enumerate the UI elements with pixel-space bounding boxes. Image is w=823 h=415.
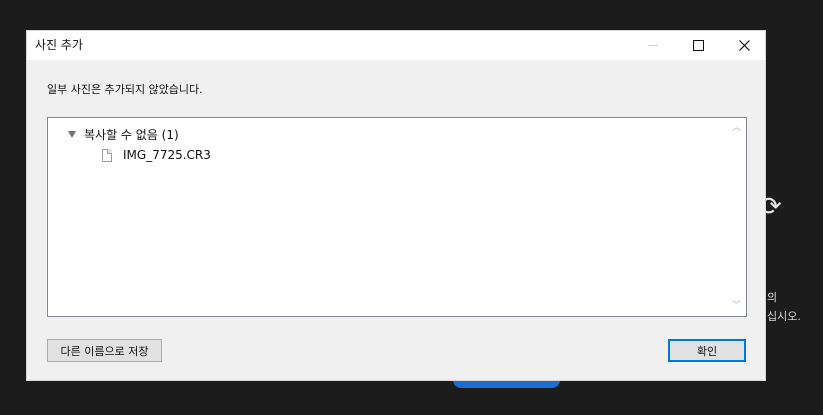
dialog-message: 일부 사진은 추가되지 않았습니다. bbox=[47, 83, 203, 96]
tree-group-label: 복사할 수 없음 (1) bbox=[84, 128, 179, 142]
file-name: IMG_7725.CR3 bbox=[123, 148, 211, 162]
save-as-button[interactable]: 다른 이름으로 저장 bbox=[47, 339, 162, 362]
minimize-icon bbox=[648, 45, 658, 46]
expand-arrow-icon[interactable] bbox=[68, 131, 76, 138]
ok-button[interactable]: 확인 bbox=[668, 339, 746, 362]
close-button[interactable] bbox=[721, 31, 767, 60]
maximize-button[interactable] bbox=[675, 31, 721, 60]
failed-files-list[interactable]: 복사할 수 없음 (1) IMG_7725.CR3 ︿ ﹀ bbox=[47, 117, 747, 317]
file-icon bbox=[102, 148, 112, 162]
tree-group[interactable]: 복사할 수 없음 (1) bbox=[68, 126, 179, 143]
dialog-title: 사진 추가 bbox=[35, 38, 83, 52]
scroll-down-icon[interactable]: ﹀ bbox=[732, 302, 741, 311]
scroll-up-icon[interactable]: ︿ bbox=[732, 124, 741, 133]
background-text: 십시오. bbox=[767, 310, 801, 323]
background-text: 의 bbox=[767, 291, 778, 304]
tree-item[interactable]: IMG_7725.CR3 bbox=[102, 148, 211, 162]
minimize-button bbox=[630, 31, 676, 60]
title-bar: 사진 추가 bbox=[27, 31, 765, 60]
close-icon bbox=[738, 40, 750, 51]
add-photos-dialog: 사진 추가 일부 사진은 추가되지 않았습니다. 복사할 수 없음 (1) IM… bbox=[26, 30, 766, 381]
maximize-icon bbox=[692, 40, 704, 51]
